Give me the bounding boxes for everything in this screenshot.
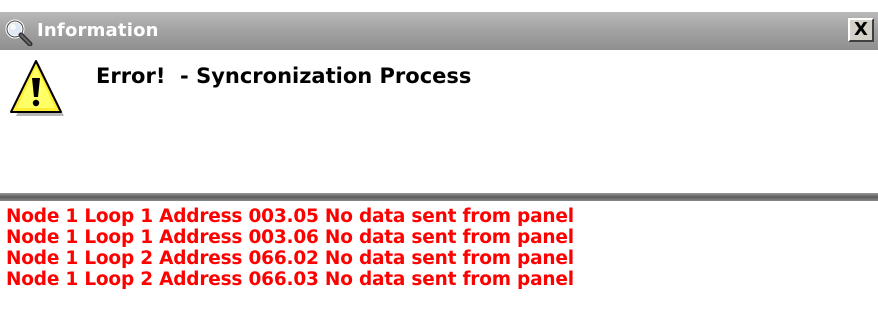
close-icon: X	[854, 19, 868, 40]
error-log-list: Node 1 Loop 1 Address 003.05 No data sen…	[6, 206, 574, 290]
warning-icon	[8, 58, 66, 122]
log-line: Node 1 Loop 2 Address 066.02 No data sen…	[6, 248, 574, 269]
separator	[0, 193, 878, 201]
window-title: Information	[37, 20, 159, 41]
log-line: Node 1 Loop 1 Address 003.06 No data sen…	[6, 227, 574, 248]
log-line: Node 1 Loop 1 Address 003.05 No data sen…	[6, 206, 574, 227]
information-dialog: Information X Error! - Syncronization Pr…	[0, 0, 878, 316]
error-heading: Error! - Syncronization Process	[96, 64, 472, 88]
title-bar[interactable]: Information X	[0, 12, 878, 50]
close-button[interactable]: X	[848, 18, 874, 42]
log-line: Node 1 Loop 2 Address 066.03 No data sen…	[6, 269, 574, 290]
magnifier-icon	[4, 18, 34, 47]
